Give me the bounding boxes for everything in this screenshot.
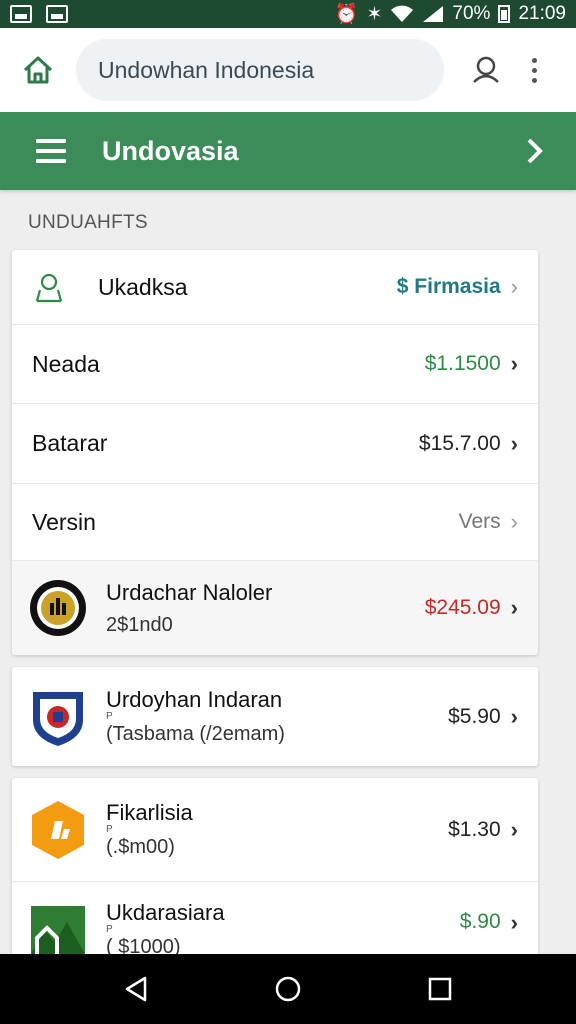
item-title: Fikarlisia xyxy=(106,800,193,825)
item-subtitle: ( $1000) xyxy=(106,936,181,954)
item-title: Urdachar Naloler xyxy=(106,579,273,605)
list-item[interactable]: Ukdarasiara P ( $1000) $.90 › xyxy=(12,882,538,954)
summary-row[interactable]: Versin Vers › xyxy=(12,484,538,561)
summary-header-row[interactable]: Ukadksa $ Firmasia › xyxy=(12,250,538,325)
alarm-icon: ⏰ xyxy=(334,3,359,25)
list-item[interactable]: Fikarlisia P (.$m00) $1.30 › xyxy=(12,778,538,882)
wifi-icon xyxy=(391,5,414,22)
back-icon[interactable] xyxy=(123,975,149,1003)
item-tag: P xyxy=(106,924,113,935)
chevron-right-icon: › xyxy=(510,595,518,620)
nature-app-icon xyxy=(28,900,88,954)
item-subtitle: (.$m00) xyxy=(106,836,175,858)
chevron-right-icon: › xyxy=(510,816,518,842)
row-label: Neada xyxy=(32,350,100,377)
item-price: $.90 xyxy=(459,910,501,933)
image-notification-icon xyxy=(46,5,68,23)
section-header[interactable]: Undovasia xyxy=(0,112,576,190)
chevron-right-icon: › xyxy=(510,274,518,299)
home-button[interactable] xyxy=(18,50,58,90)
status-bar: ⏰ ✶ 70% 21:09 xyxy=(0,0,576,28)
row-label: Batarar xyxy=(32,430,108,456)
section-title: Undovasia xyxy=(102,135,239,166)
item-tag: P xyxy=(106,824,113,835)
more-dot xyxy=(531,67,537,73)
account-button[interactable] xyxy=(468,52,504,88)
item-title: Ukdarasiara xyxy=(106,900,225,925)
navigation-bar xyxy=(0,954,576,1024)
more-options-button[interactable] xyxy=(524,52,544,88)
hexagon-app-icon xyxy=(28,800,88,860)
emblem-icon xyxy=(28,578,88,638)
list-item[interactable]: Urdoyhan Indaran P (Tasbama (/2emam) $5.… xyxy=(12,667,538,766)
item-subtitle: 2$1nd0 xyxy=(106,613,173,636)
more-dot xyxy=(531,77,537,83)
chevron-right-icon: › xyxy=(510,703,518,729)
item-title: Urdoyhan Indaran xyxy=(106,687,283,712)
search-input[interactable]: Undowhan Indonesia xyxy=(76,39,444,101)
row-value: $1.1500 xyxy=(424,352,501,375)
chevron-right-icon: › xyxy=(510,910,518,935)
clock: 21:09 xyxy=(518,3,566,24)
summary-row[interactable]: Neada $1.1500 › xyxy=(12,325,538,404)
item-card[interactable]: Urdoyhan Indaran P (Tasbama (/2emam) $5.… xyxy=(12,667,538,766)
more-dot xyxy=(531,57,537,63)
item-price: $5.90 xyxy=(448,704,501,728)
chevron-right-icon: › xyxy=(510,509,518,534)
person-icon xyxy=(473,56,499,83)
section-label: UNDUAHFTS xyxy=(28,212,148,233)
row-label: Versin xyxy=(32,508,96,535)
home-circle-icon[interactable] xyxy=(274,975,302,1003)
item-card[interactable]: Fikarlisia P (.$m00) $1.30 › Ukdarasiara… xyxy=(12,778,538,954)
chevron-right-icon: › xyxy=(510,351,518,376)
home-icon xyxy=(23,56,53,84)
battery-percentage: 70% xyxy=(452,3,491,24)
row-value: $15.7.00 xyxy=(418,431,501,455)
item-subtitle: (Tasbama (/2emam) xyxy=(106,723,285,745)
chevron-right-icon: › xyxy=(510,430,518,456)
item-price: $1.30 xyxy=(448,817,501,841)
recents-icon[interactable] xyxy=(427,976,453,1002)
user-outline-icon xyxy=(35,273,63,303)
gallery-notification-icon xyxy=(10,5,32,23)
item-price: $245.09 xyxy=(424,596,501,619)
signal-icon xyxy=(423,6,444,22)
battery-icon xyxy=(498,5,511,23)
shield-icon xyxy=(28,687,88,747)
summary-header-label: Ukadksa xyxy=(98,273,188,300)
highlight-row[interactable]: Urdachar Naloler 2$1nd0 $245.09 › xyxy=(12,561,538,655)
summary-card: Ukadksa $ Firmasia › Neada $1.1500 › Bat… xyxy=(12,250,538,655)
menu-icon[interactable] xyxy=(36,139,66,163)
chevron-right-icon[interactable] xyxy=(526,137,544,165)
row-value: Vers xyxy=(458,510,501,533)
summary-row[interactable]: Batarar $15.7.00 › xyxy=(12,404,538,484)
mute-icon: ✶ xyxy=(366,3,383,25)
top-app-bar: Undowhan Indonesia xyxy=(0,28,576,112)
summary-header-link[interactable]: $ Firmasia xyxy=(397,275,501,299)
item-tag: P xyxy=(106,711,113,722)
